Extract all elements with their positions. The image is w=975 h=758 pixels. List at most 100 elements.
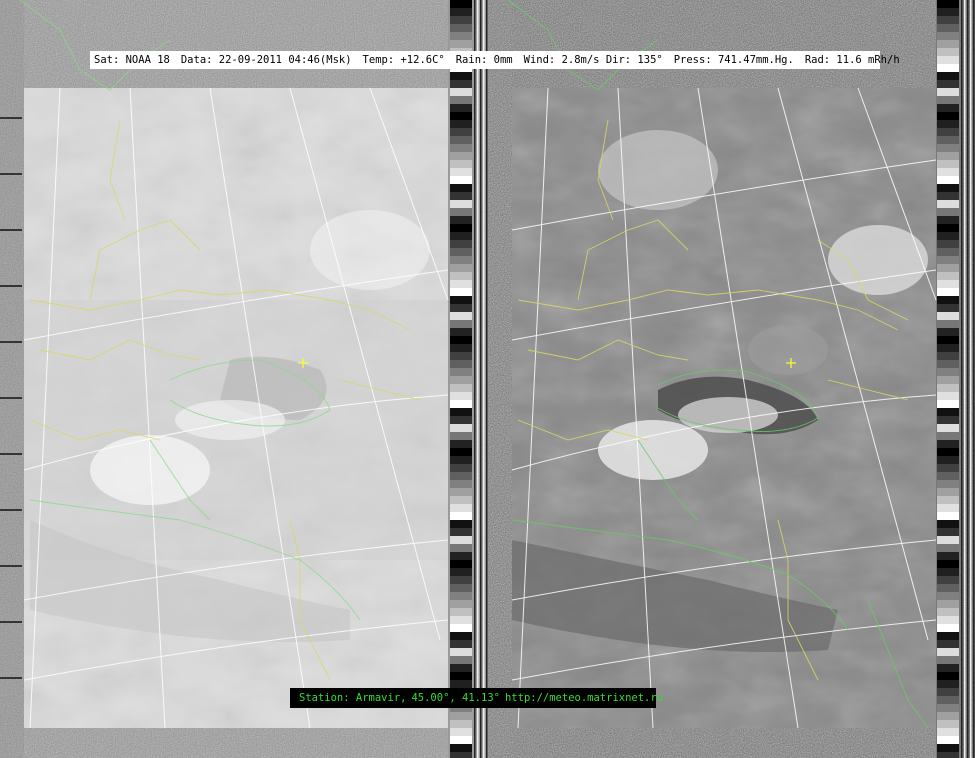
wedge-step — [450, 528, 472, 536]
sync-stripe — [973, 0, 975, 758]
pressure-label: Press: 741.47mm.Hg. — [673, 54, 794, 66]
wedge-step — [937, 744, 959, 752]
wedge-step — [937, 608, 959, 616]
wedge-step — [937, 704, 959, 712]
telemetry-header: Sat: NOAA 18 Data: 22-09-2011 04:46(Msk) T… — [90, 51, 900, 69]
wedge-step — [937, 208, 959, 216]
wedge-step — [450, 0, 472, 8]
wedge-step — [937, 64, 959, 72]
wedge-step — [450, 568, 472, 576]
wedge-step — [937, 352, 959, 360]
wedge-step — [450, 680, 472, 688]
wedge-step — [450, 384, 472, 392]
wedge-step — [937, 648, 959, 656]
wedge-step — [937, 296, 959, 304]
wedge-step — [450, 168, 472, 176]
wedge-step — [450, 672, 472, 680]
wedge-step — [450, 88, 472, 96]
wedge-step — [937, 400, 959, 408]
wedge-step — [937, 624, 959, 632]
wedge-step — [937, 528, 959, 536]
wedge-step — [450, 560, 472, 568]
wedge-step — [450, 480, 472, 488]
wedge-step — [937, 224, 959, 232]
wedge-step — [937, 384, 959, 392]
station-coordinates: 45.00°, 41.13° — [411, 692, 500, 704]
sync-stripe — [480, 0, 482, 758]
wedge-step — [937, 536, 959, 544]
station-name: Station: Armavir, — [299, 692, 407, 704]
wedge-step — [937, 48, 959, 56]
wedge-step — [937, 168, 959, 176]
wedge-step — [937, 304, 959, 312]
wedge-step — [937, 192, 959, 200]
wedge-step — [450, 456, 472, 464]
wedge-step — [450, 136, 472, 144]
wedge-step — [937, 136, 959, 144]
wedge-step — [937, 56, 959, 64]
wedge-step — [937, 240, 959, 248]
wedge-step — [450, 448, 472, 456]
wedge-step — [937, 72, 959, 80]
wedge-step — [450, 744, 472, 752]
wedge-step — [937, 360, 959, 368]
wedge-step — [450, 656, 472, 664]
wedge-step — [450, 544, 472, 552]
wedge-step — [450, 664, 472, 672]
wedge-step — [450, 600, 472, 608]
wedge-step — [450, 320, 472, 328]
station-url[interactable]: http://meteo.matrixnet.ru — [505, 692, 663, 704]
wedge-step — [937, 432, 959, 440]
satellite-label: Sat: NOAA 18 — [94, 54, 170, 66]
wedge-step — [937, 32, 959, 40]
wedge-step — [450, 80, 472, 88]
wedge-step — [450, 8, 472, 16]
wedge-step — [450, 368, 472, 376]
wedge-step — [450, 344, 472, 352]
wedge-step — [937, 184, 959, 192]
wedge-step — [937, 0, 959, 8]
wedge-step — [937, 200, 959, 208]
wedge-step — [450, 648, 472, 656]
sync-stripe — [474, 0, 476, 758]
wedge-step — [450, 288, 472, 296]
wedge-step — [937, 640, 959, 648]
wedge-step — [937, 216, 959, 224]
sync-stripe — [964, 0, 966, 758]
wedge-step — [937, 752, 959, 758]
wedge-step — [450, 472, 472, 480]
wedge-step — [937, 712, 959, 720]
wedge-step — [450, 592, 472, 600]
date-label: Data: 22-09-2011 04:46(Msk) — [180, 54, 352, 66]
wedge-step — [937, 600, 959, 608]
wedge-step — [450, 376, 472, 384]
station-footer: Station: Armavir, 45.00°, 41.13° http://me… — [290, 688, 663, 708]
wedge-step — [937, 440, 959, 448]
wedge-step — [937, 584, 959, 592]
wedge-step — [937, 152, 959, 160]
wedge-step — [450, 32, 472, 40]
wedge-step — [450, 400, 472, 408]
wedge-step — [937, 576, 959, 584]
wedge-step — [450, 432, 472, 440]
wedge-step — [450, 72, 472, 80]
radiation-label: Rad: 11.6 mRh/h — [804, 54, 900, 66]
wedge-step — [937, 112, 959, 120]
wedge-step — [937, 568, 959, 576]
wedge-step — [937, 472, 959, 480]
wedge-step — [450, 352, 472, 360]
wedge-step — [937, 104, 959, 112]
wedge-step — [450, 160, 472, 168]
wedge-step — [937, 88, 959, 96]
wedge-step — [937, 680, 959, 688]
sync-stripe — [477, 0, 479, 758]
wedge-step — [450, 336, 472, 344]
wedge-step — [937, 16, 959, 24]
wedge-step — [937, 672, 959, 680]
visible-channel-panel — [0, 0, 488, 758]
wedge-step — [937, 160, 959, 168]
wedge-step — [937, 560, 959, 568]
wedge-step — [937, 632, 959, 640]
wedge-step — [450, 496, 472, 504]
wedge-step — [450, 624, 472, 632]
